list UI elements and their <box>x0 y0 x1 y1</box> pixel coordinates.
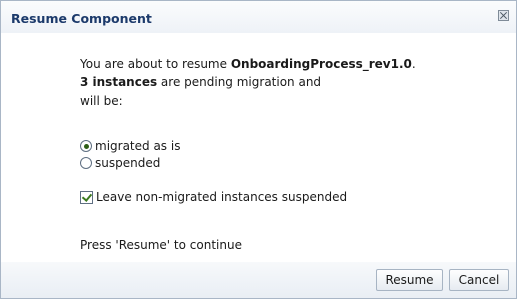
resume-component-dialog: Resume Component You are about to resume… <box>0 0 517 299</box>
cancel-button[interactable]: Cancel <box>449 269 509 291</box>
checkbox-label: Leave non-migrated instances suspended <box>96 190 348 204</box>
message-line-3: will be: <box>80 94 123 108</box>
instance-count: 3 instances <box>80 75 158 89</box>
radio-label: migrated as is <box>95 139 181 153</box>
dialog-footer: Resume Cancel <box>1 262 516 298</box>
dialog-titlebar: Resume Component <box>1 1 516 33</box>
dialog-title: Resume Component <box>11 11 152 26</box>
radio-label: suspended <box>95 156 161 170</box>
message-line-2: 3 instances are pending migration and <box>80 74 321 90</box>
pending-text: are pending migration and <box>157 75 322 89</box>
close-icon[interactable] <box>498 10 509 21</box>
radio-migrated-as-is[interactable]: migrated as is <box>80 139 180 153</box>
radio-suspended[interactable]: suspended <box>80 156 160 170</box>
radio-button-selected[interactable] <box>80 140 92 152</box>
message-suffix: . <box>411 57 416 71</box>
message-line-1: You are about to resume OnboardingProces… <box>80 56 416 72</box>
message-prefix: You are about to resume <box>80 57 231 71</box>
checkbox[interactable] <box>80 190 93 204</box>
instruction-text: Press 'Resume' to continue <box>80 238 242 252</box>
resume-button[interactable]: Resume <box>376 269 443 291</box>
component-name: OnboardingProcess_rev1.0 <box>230 57 412 71</box>
checkbox-leave-suspended[interactable]: Leave non-migrated instances suspended <box>80 190 347 204</box>
radio-button[interactable] <box>80 157 92 169</box>
